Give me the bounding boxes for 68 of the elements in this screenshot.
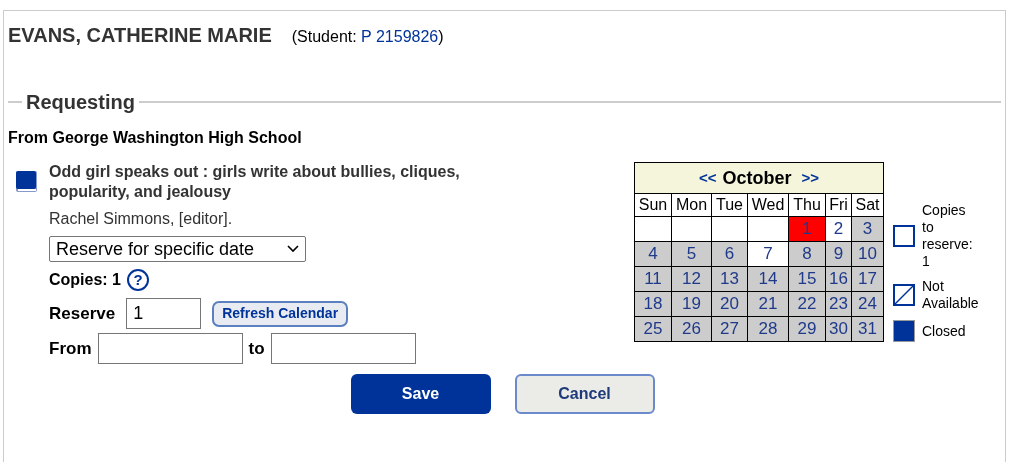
student-label: (Student: — [291, 27, 358, 47]
calendar-day[interactable]: 12 — [672, 267, 711, 291]
legend-label: Not Available — [922, 278, 980, 312]
month-title: October — [722, 166, 792, 190]
calendar-day[interactable]: 31 — [852, 317, 883, 341]
help-icon[interactable]: ? — [127, 269, 149, 291]
from-date-field[interactable] — [97, 333, 243, 364]
calendar-day[interactable]: 2 — [826, 217, 851, 241]
weekday-header: Mon — [672, 194, 711, 216]
cancel-button[interactable]: Cancel — [514, 374, 655, 414]
calendar-day[interactable]: 5 — [672, 242, 711, 266]
calendar-day[interactable]: 13 — [712, 267, 747, 291]
open-swatch-icon — [893, 225, 915, 247]
student-id-link[interactable]: P 2159826 — [361, 25, 439, 49]
save-button[interactable]: Save — [350, 374, 491, 414]
reserve-label: Reserve — [49, 302, 116, 325]
calendar-day[interactable]: 21 — [748, 292, 788, 316]
calendar-day[interactable]: 6 — [712, 242, 747, 266]
legend-label: Copies to reserve: 1 — [922, 202, 974, 270]
item-author: Rachel Simmons, [editor]. — [49, 209, 234, 229]
legend-label: Closed — [922, 322, 967, 340]
calendar-day[interactable]: 23 — [826, 292, 851, 316]
calendar-day[interactable]: 22 — [789, 292, 825, 316]
calendar-day[interactable]: 8 — [789, 242, 825, 266]
calendar-day[interactable]: 24 — [852, 292, 883, 316]
calendar-day[interactable]: 9 — [826, 242, 851, 266]
calendar-day[interactable]: 19 — [672, 292, 711, 316]
from-label: From — [49, 337, 92, 360]
copies-label: Copies: 1 — [49, 270, 121, 290]
student-label-close: ) — [438, 27, 444, 47]
weekday-header: Wed — [748, 194, 788, 216]
student-name: EVANS, CATHERINE MARIE — [8, 23, 272, 48]
calendar-day[interactable]: 18 — [635, 292, 671, 316]
calendar-day[interactable]: 15 — [789, 267, 825, 291]
next-month-link[interactable]: >> — [801, 166, 820, 190]
calendar-day[interactable]: 17 — [852, 267, 883, 291]
reserve-type-select[interactable]: Reserve for specific date — [49, 236, 306, 262]
refresh-calendar-button[interactable]: Refresh Calendar — [212, 300, 349, 327]
calendar-day[interactable]: 27 — [712, 317, 747, 341]
calendar-day[interactable]: 7 — [748, 242, 788, 266]
calendar-day[interactable]: 26 — [672, 317, 711, 341]
reserve-count-field[interactable]: 1 — [126, 298, 202, 329]
calendar-day[interactable]: 25 — [635, 317, 671, 341]
calendar-day[interactable]: 3 — [852, 217, 883, 241]
closed-swatch-icon — [893, 320, 915, 342]
chevron-down-icon — [287, 245, 299, 253]
book-icon — [15, 170, 39, 194]
calendar-day[interactable]: 11 — [635, 267, 671, 291]
weekday-header: Sat — [852, 194, 883, 216]
weekday-header: Fri — [826, 194, 851, 216]
weekday-header: Thu — [789, 194, 825, 216]
section-legend: Requesting — [22, 87, 139, 117]
calendar-day[interactable]: 4 — [635, 242, 671, 266]
calendar-day[interactable]: 30 — [826, 317, 851, 341]
item-title: Odd girl speaks out : girls write about bullies, cliques, popularity, and jealousy — [49, 162, 461, 202]
calendar-day[interactable]: 29 — [789, 317, 825, 341]
weekday-header: Tue — [712, 194, 747, 216]
calendar-day[interactable]: 20 — [712, 292, 747, 316]
from-school-text: From George Washington High School — [7, 128, 303, 148]
not-available-swatch-icon — [893, 284, 915, 306]
to-label: to — [248, 337, 265, 360]
calendar-day[interactable]: 10 — [852, 242, 883, 266]
previous-month-link[interactable]: << — [698, 166, 717, 190]
calendar-day[interactable]: 28 — [748, 317, 788, 341]
weekday-header: Sun — [635, 194, 671, 216]
calendar-day[interactable]: 16 — [826, 267, 851, 291]
to-date-field[interactable] — [270, 333, 416, 364]
calendar-day[interactable]: 14 — [748, 267, 788, 291]
